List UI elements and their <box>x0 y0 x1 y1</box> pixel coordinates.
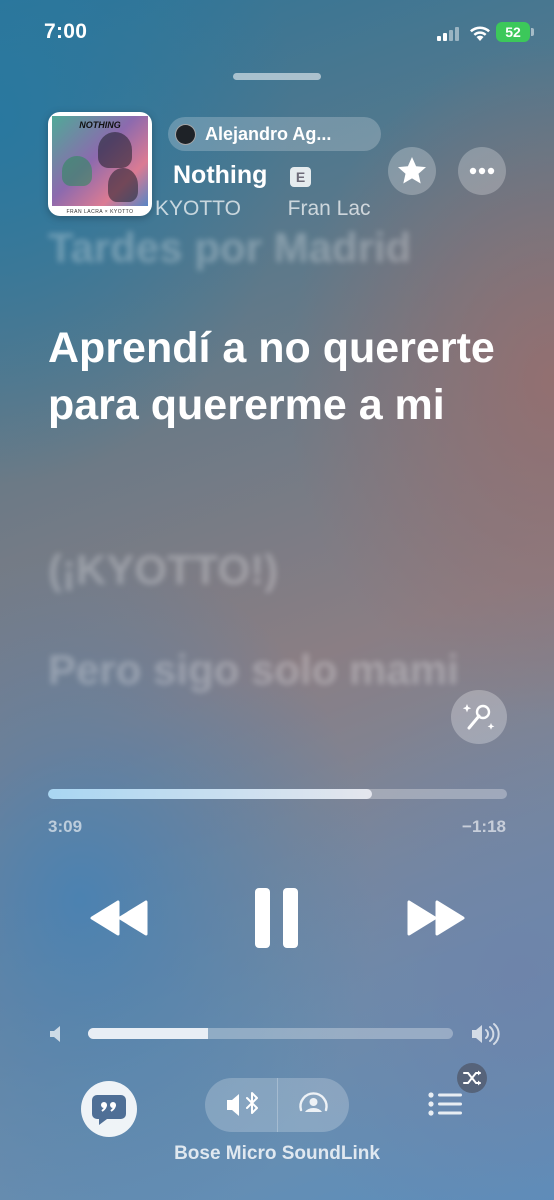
sing-button[interactable] <box>451 690 507 744</box>
explicit-badge: E <box>290 167 311 187</box>
lyrics-button[interactable] <box>81 1081 137 1137</box>
lyric-line-current[interactable]: Aprendí a no quererte para quererme a mi <box>48 320 508 434</box>
rewind-button[interactable] <box>88 898 150 943</box>
artwork-figure <box>108 168 138 202</box>
lyric-line-next[interactable]: Pero sigo solo mami <box>48 644 468 696</box>
playback-scrubber[interactable] <box>48 789 507 799</box>
battery-indicator: 52 <box>496 22 530 42</box>
artwork-foliage <box>62 156 92 186</box>
volume-slider-fill <box>88 1028 209 1039</box>
avatar <box>175 124 196 145</box>
album-artwork[interactable]: NOTHING FRAN LACRA × KYOTTO <box>48 112 152 216</box>
rewind-icon <box>90 900 148 936</box>
lyric-line-previous[interactable]: Tardes por Madrid <box>48 222 411 274</box>
star-icon <box>398 157 426 184</box>
wifi-icon <box>469 24 491 42</box>
more-button[interactable] <box>458 147 506 195</box>
sheet-grabber[interactable] <box>233 73 321 80</box>
status-time: 7:00 <box>44 20 88 43</box>
song-title[interactable]: Nothing <box>173 161 267 190</box>
volume-slider[interactable] <box>88 1028 453 1039</box>
fast-forward-icon <box>407 900 465 936</box>
favorite-button[interactable] <box>388 147 436 195</box>
artwork-caption: FRAN LACRA × KYOTTO <box>66 209 134 215</box>
battery-tip <box>531 28 534 36</box>
playback-progress-fill <box>48 789 372 799</box>
airplay-button[interactable] <box>278 1078 349 1132</box>
elapsed-time: 3:09 <box>48 817 83 836</box>
quote-bubble-icon <box>92 1095 126 1125</box>
volume-low-icon <box>48 1024 66 1049</box>
artist-names-text: KYOTTO Fran Lac <box>155 197 371 220</box>
ellipsis-icon <box>469 167 495 175</box>
battery-level: 52 <box>505 24 521 40</box>
artist-names[interactable]: KYOTTO Fran Lac <box>155 197 381 225</box>
shared-by-name: Alejandro Ag... <box>205 124 332 144</box>
pause-button[interactable] <box>252 886 302 955</box>
artwork-figure <box>98 132 132 168</box>
bluetooth-speaker-button[interactable] <box>205 1078 277 1132</box>
shuffle-indicator[interactable] <box>457 1063 487 1093</box>
pause-icon <box>255 888 298 948</box>
shuffle-icon <box>463 1070 481 1086</box>
airplay-icon <box>299 1092 328 1112</box>
cellular-signal-icon <box>437 26 461 41</box>
output-device-name[interactable]: Bose Micro SoundLink <box>0 1143 554 1165</box>
fast-forward-button[interactable] <box>405 898 467 943</box>
remaining-time: −1:18 <box>462 817 506 836</box>
artwork-title: NOTHING <box>79 120 121 130</box>
album-artwork-image: NOTHING <box>52 116 148 206</box>
lyric-line-next[interactable]: (¡KYOTTO!) <box>48 544 278 596</box>
microphone-sparkle-icon <box>462 704 495 730</box>
volume-high-icon <box>470 1022 504 1051</box>
speaker-bluetooth-icon <box>227 1092 258 1116</box>
